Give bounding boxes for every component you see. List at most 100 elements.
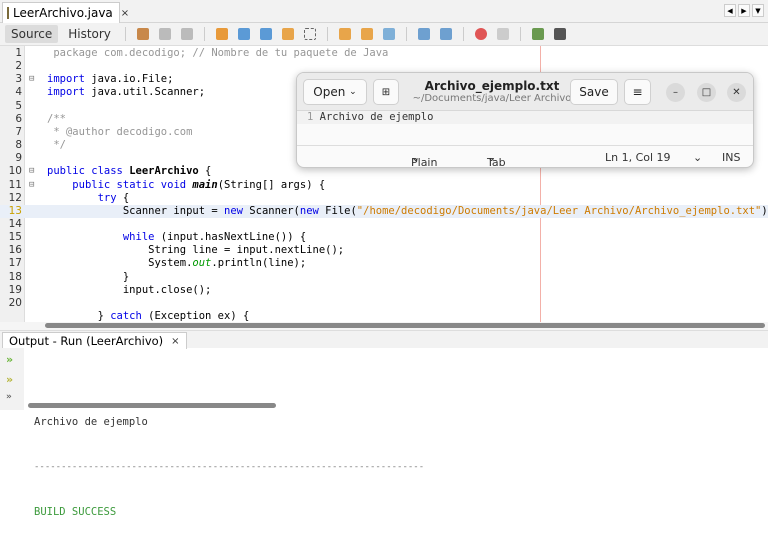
language-selector[interactable]: Plain Text ⌄ [411,151,437,167]
scrollbar-thumb[interactable] [45,323,765,328]
fold-toggle-icon[interactable]: ⊟ [29,179,34,192]
save-button[interactable]: Save [570,79,618,105]
code-token: "/home/decodigo/Documents/java/Leer Arch… [356,204,762,217]
code-line[interactable]: 19 input.close(); [0,284,768,297]
insert-mode: INS [722,151,741,164]
code-token: /** [47,112,66,125]
tab-title: LeerArchivo.java [13,6,113,20]
code-line[interactable]: 12 try { [0,192,768,205]
code-token: new [224,204,243,217]
code-token: LeerArchivo [129,165,199,178]
scroll-tabs-right-button[interactable]: ▶ [738,4,750,17]
rerun-with-params-icon[interactable]: » [6,373,18,386]
fold-toggle-icon[interactable]: ⊟ [29,165,34,178]
code-line[interactable]: 15 while (input.hasNextLine()) { [0,231,768,244]
code-text: Scanner input = new Scanner(new File("/h… [47,205,768,218]
line-number: 14 [8,217,22,230]
line-number: 13 [8,204,22,217]
code-text: public static void main(String[] args) { [47,179,325,192]
output-horizontal-scrollbar[interactable] [28,403,276,408]
minimize-button[interactable]: – [666,83,685,102]
code-line[interactable]: 18 } [0,271,768,284]
code-token: File( [318,204,357,217]
divider [405,27,407,41]
stop-macro-icon[interactable] [496,28,509,40]
code-token: } [47,270,130,283]
history-button[interactable]: History [62,25,117,43]
line-number: 15 [8,231,22,244]
code-line[interactable]: 13 Scanner input = new Scanner(new File(… [0,204,768,218]
comment-icon[interactable] [531,28,544,40]
new-tab-button[interactable]: ⊞ [373,79,399,105]
code-token: java.io.File; [84,73,174,86]
last-edit-icon[interactable] [136,28,149,40]
code-text: } catch (Exception ex) { [47,310,250,322]
output-tab[interactable]: Output - Run (LeerArchivo) × [2,332,187,349]
close-tab-icon[interactable]: × [121,8,129,19]
shift-left-icon[interactable] [417,28,430,40]
code-line[interactable]: 11 public static void main(String[] args… [0,179,768,192]
output-toolbar: » » » [0,348,24,410]
open-button[interactable]: Open ⌄ [303,79,367,105]
code-text: try { [47,192,130,205]
output-tab-title: Output - Run (LeerArchivo) [9,334,164,348]
code-line[interactable]: 14 [0,218,768,231]
rectangular-selection-icon[interactable] [303,28,316,40]
code-token: * @author decodigo.com [47,125,193,138]
code-text: /** [47,113,66,126]
editor-toolbar: Source History [0,23,768,46]
header-bar: Open ⌄ ⊞ Archivo_ejemplo.txt ~/Documents… [297,73,753,111]
start-macro-icon[interactable] [474,28,487,40]
close-output-icon[interactable]: × [171,336,179,347]
code-line[interactable]: } catch (Exception ex) { [0,310,768,322]
divider [124,27,126,41]
close-window-button[interactable]: ✕ [727,83,746,102]
code-line[interactable]: 1 package com.decodigo; // Nombre de tu … [0,47,768,60]
hamburger-icon: ≡ [632,85,643,99]
build-status: BUILD SUCCESS [34,506,117,518]
find-next-icon[interactable] [259,28,272,40]
more-icon[interactable]: » [6,392,18,404]
rerun-icon[interactable]: » [6,353,18,366]
tab-leerarchivo-java[interactable]: LeerArchivo.java × [2,2,129,23]
line-number: 2 [15,60,22,73]
code-token: main [192,178,218,191]
cursor-position[interactable]: Ln 1, Col 19 [605,151,671,164]
document-text: Archivo de ejemplo [319,111,434,123]
code-token: System. [47,257,193,270]
code-token: .println(line); [211,257,307,270]
menu-button[interactable]: ≡ [624,79,651,105]
toggle-highlight-icon[interactable] [281,28,294,40]
code-line[interactable]: 17 System.out.println(line); [0,257,768,270]
shift-right-icon[interactable] [439,28,452,40]
line-number: 18 [8,270,22,283]
editor-tab-bar: LeerArchivo.java × ◀ ▶ ▼ [0,0,768,23]
next-bookmark-icon[interactable] [360,28,373,40]
forward-icon[interactable] [180,28,193,40]
window-subtitle: ~/Documents/java/Leer Archivo [412,93,572,104]
tab-width-selector[interactable]: Tab Width: 8 ⌄ [487,151,506,167]
editor-horizontal-scrollbar[interactable] [0,322,768,330]
source-button[interactable]: Source [5,25,59,43]
back-icon[interactable] [158,28,171,40]
language-label: Plain Text [411,156,438,168]
fold-toggle-icon[interactable]: ⊟ [29,73,34,86]
maximize-button[interactable]: □ [697,83,716,102]
code-token: { [198,165,212,178]
chevron-down-icon[interactable]: ⌄ [693,151,702,164]
code-token: input.close(); [47,283,212,296]
divider [203,27,205,41]
status-bar: Plain Text ⌄ Tab Width: 8 ⌄ Ln 1, Col 19… [297,145,753,167]
code-text: import java.util.Scanner; [47,86,205,99]
text-area[interactable]: 1 Archivo de ejemplo [297,111,753,124]
code-line[interactable]: 20 [0,297,768,310]
uncomment-icon[interactable] [553,28,566,40]
previous-bookmark-icon[interactable] [338,28,351,40]
find-previous-icon[interactable] [237,28,250,40]
find-icon[interactable] [215,28,228,40]
scroll-tabs-left-button[interactable]: ◀ [724,4,736,17]
code-line[interactable]: 16 String line = input.nextLine(); [0,244,768,257]
tab-list-button[interactable]: ▼ [752,4,764,17]
tab-width-label: Tab Width: 8 [487,156,506,168]
toggle-bookmark-icon[interactable] [382,28,395,40]
